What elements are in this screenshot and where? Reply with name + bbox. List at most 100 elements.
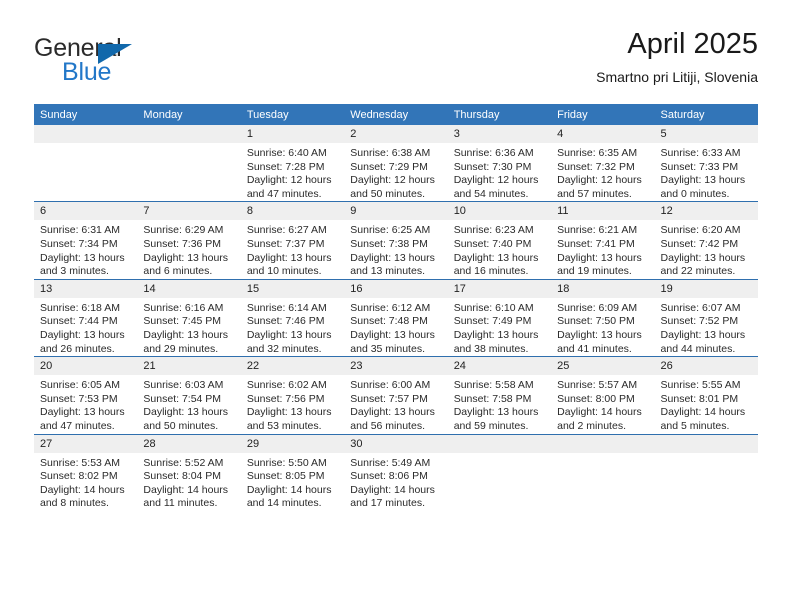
calendar-day-cell[interactable]: 3 Sunrise: 6:36 AM Sunset: 7:30 PM Daylight… bbox=[447, 125, 552, 202]
calendar-week-row: 1 Sunrise: 6:40 AM Sunset: 7:28 PM Daylight… bbox=[34, 125, 758, 202]
calendar-day-cell[interactable]: 4 Sunrise: 6:35 AM Sunset: 7:32 PM Daylight… bbox=[551, 125, 655, 202]
day-details: Sunrise: 6:40 AM Sunset: 7:28 PM Daylight:… bbox=[241, 143, 344, 201]
day-number bbox=[137, 125, 241, 143]
day-details: Sunrise: 6:16 AM Sunset: 7:45 PM Daylight:… bbox=[137, 298, 240, 356]
calendar-day-cell[interactable]: 17 Sunrise: 6:10 AM Sunset: 7:49 PM Dayligh… bbox=[447, 278, 552, 357]
calendar-day-cell[interactable]: 24 Sunrise: 5:58 AM Sunset: 7:58 PM Dayligh… bbox=[447, 356, 552, 434]
daylight-text-line1: Daylight: 13 hours bbox=[246, 328, 332, 341]
daylight-text-line2: and 14 minutes. bbox=[246, 497, 322, 510]
calendar-day-cell[interactable]: 15 Sunrise: 6:14 AM Sunset: 7:46 PM Dayligh… bbox=[240, 278, 345, 357]
sunset-text: Sunset: 7:45 PM bbox=[143, 315, 222, 328]
daylight-text-line2: and 3 minutes. bbox=[40, 265, 109, 278]
general-blue-logo[interactable]: General Blue bbox=[34, 34, 234, 90]
calendar-day-cell[interactable]: 13 Sunrise: 6:18 AM Sunset: 7:44 PM Dayligh… bbox=[34, 278, 138, 357]
calendar-day-cell[interactable]: 8 Sunrise: 6:27 AM Sunset: 7:37 PM Daylight… bbox=[240, 201, 345, 280]
day-number: 18 bbox=[551, 279, 655, 298]
sunset-text: Sunset: 7:41 PM bbox=[557, 237, 635, 250]
daylight-text-line2: and 47 minutes. bbox=[40, 419, 115, 432]
day-number: 20 bbox=[34, 357, 138, 376]
daylight-text-line1: Daylight: 13 hours bbox=[143, 406, 229, 419]
calendar-day-cell[interactable]: 30 Sunrise: 5:49 AM Sunset: 8:06 PM Dayligh… bbox=[344, 433, 448, 511]
sunset-text: Sunset: 8:05 PM bbox=[246, 470, 325, 483]
calendar-day-cell[interactable]: 22 Sunrise: 6:02 AM Sunset: 7:56 PM Dayligh… bbox=[240, 356, 345, 434]
sunset-text: Sunset: 7:53 PM bbox=[40, 392, 118, 405]
daylight-text-line2: and 50 minutes. bbox=[143, 419, 219, 432]
calendar-day-cell[interactable]: 23 Sunrise: 6:00 AM Sunset: 7:57 PM Dayligh… bbox=[344, 356, 448, 434]
daylight-text-line2: and 29 minutes. bbox=[143, 342, 219, 355]
daylight-text-line2: and 13 minutes. bbox=[350, 265, 425, 278]
daylight-text-line1: Daylight: 13 hours bbox=[453, 251, 539, 264]
weekday-header-friday: Friday bbox=[551, 104, 655, 125]
calendar-day-cell[interactable]: 16 Sunrise: 6:12 AM Sunset: 7:48 PM Dayligh… bbox=[344, 278, 448, 357]
daylight-text-line1: Daylight: 13 hours bbox=[557, 251, 642, 264]
daylight-text-line1: Daylight: 12 hours bbox=[350, 174, 435, 187]
daylight-text-line1: Daylight: 14 hours bbox=[350, 483, 435, 496]
day-details: Sunrise: 6:07 AM Sunset: 7:52 PM Daylight:… bbox=[655, 298, 758, 356]
day-number bbox=[654, 434, 758, 453]
daylight-text-line1: Daylight: 13 hours bbox=[40, 251, 125, 264]
daylight-text-line1: Daylight: 14 hours bbox=[40, 483, 125, 496]
daylight-text-line2: and 8 minutes. bbox=[40, 497, 109, 510]
calendar-day-cell[interactable]: 5 Sunrise: 6:33 AM Sunset: 7:33 PM Daylight… bbox=[654, 125, 758, 202]
daylight-text-line1: Daylight: 13 hours bbox=[246, 251, 332, 264]
calendar-day-cell[interactable]: 1 Sunrise: 6:40 AM Sunset: 7:28 PM Daylight… bbox=[240, 125, 345, 202]
calendar-day-cell[interactable]: 28 Sunrise: 5:52 AM Sunset: 8:04 PM Dayligh… bbox=[137, 433, 241, 511]
sunrise-text: Sunrise: 6:23 AM bbox=[453, 224, 534, 237]
calendar-day-cell[interactable]: 27 Sunrise: 5:53 AM Sunset: 8:02 PM Dayligh… bbox=[34, 433, 138, 511]
day-number bbox=[447, 434, 552, 453]
daylight-text-line2: and 5 minutes. bbox=[660, 419, 730, 432]
day-number: 26 bbox=[654, 357, 758, 376]
daylight-text-line2: and 54 minutes. bbox=[453, 187, 529, 200]
calendar-day-cell[interactable]: 19 Sunrise: 6:07 AM Sunset: 7:52 PM Dayligh… bbox=[654, 278, 758, 357]
sunset-text: Sunset: 8:00 PM bbox=[557, 392, 635, 405]
day-details: Sunrise: 6:14 AM Sunset: 7:46 PM Daylight:… bbox=[241, 298, 344, 356]
sunset-text: Sunset: 7:34 PM bbox=[40, 237, 118, 250]
calendar-day-cell[interactable]: 12 Sunrise: 6:20 AM Sunset: 7:42 PM Dayligh… bbox=[654, 201, 758, 280]
sunrise-text: Sunrise: 6:31 AM bbox=[40, 224, 120, 237]
calendar-day-cell[interactable]: 18 Sunrise: 6:09 AM Sunset: 7:50 PM Dayligh… bbox=[551, 278, 655, 357]
sunset-text: Sunset: 7:54 PM bbox=[143, 392, 222, 405]
calendar-day-cell[interactable]: 25 Sunrise: 5:57 AM Sunset: 8:00 PM Dayligh… bbox=[551, 356, 655, 434]
calendar-day-cell[interactable]: 26 Sunrise: 5:55 AM Sunset: 8:01 PM Dayligh… bbox=[654, 356, 758, 434]
sunset-text: Sunset: 8:01 PM bbox=[660, 392, 739, 405]
calendar-day-cell-empty bbox=[137, 125, 241, 202]
day-number: 2 bbox=[344, 125, 448, 143]
day-number: 25 bbox=[551, 357, 655, 376]
calendar-day-cell[interactable]: 10 Sunrise: 6:23 AM Sunset: 7:40 PM Dayligh… bbox=[447, 201, 552, 280]
sunset-text: Sunset: 7:37 PM bbox=[246, 237, 325, 250]
day-details: Sunrise: 6:09 AM Sunset: 7:50 PM Daylight:… bbox=[551, 298, 654, 356]
calendar-day-cell[interactable]: 7 Sunrise: 6:29 AM Sunset: 7:36 PM Daylight… bbox=[137, 201, 241, 280]
daylight-text-line1: Daylight: 12 hours bbox=[246, 174, 332, 187]
sunrise-text: Sunrise: 6:12 AM bbox=[350, 301, 431, 314]
sunrise-text: Sunrise: 6:40 AM bbox=[246, 147, 327, 159]
sunset-text: Sunset: 7:52 PM bbox=[660, 315, 739, 328]
page-title: April 2025 bbox=[627, 28, 758, 60]
calendar-day-cell[interactable]: 21 Sunrise: 6:03 AM Sunset: 7:54 PM Dayligh… bbox=[137, 356, 241, 434]
day-number bbox=[551, 434, 655, 453]
calendar-day-cell[interactable]: 6 Sunrise: 6:31 AM Sunset: 7:34 PM Daylight… bbox=[34, 201, 138, 280]
calendar-day-cell[interactable]: 14 Sunrise: 6:16 AM Sunset: 7:45 PM Dayligh… bbox=[137, 278, 241, 357]
calendar-day-cell[interactable]: 2 Sunrise: 6:38 AM Sunset: 7:29 PM Daylight… bbox=[344, 125, 448, 202]
calendar-day-cell[interactable]: 29 Sunrise: 5:50 AM Sunset: 8:05 PM Dayligh… bbox=[240, 433, 345, 511]
day-number: 17 bbox=[447, 279, 552, 298]
sunrise-text: Sunrise: 6:00 AM bbox=[350, 379, 431, 392]
day-details: Sunrise: 6:02 AM Sunset: 7:56 PM Daylight:… bbox=[241, 375, 344, 433]
calendar-page: General Blue April 2025 Smartno pri Liti… bbox=[0, 0, 792, 612]
daylight-text-line2: and 16 minutes. bbox=[453, 265, 529, 278]
calendar-day-cell[interactable]: 9 Sunrise: 6:25 AM Sunset: 7:38 PM Daylight… bbox=[344, 201, 448, 280]
sunrise-text: Sunrise: 6:36 AM bbox=[453, 147, 534, 159]
sunset-text: Sunset: 7:42 PM bbox=[660, 237, 739, 250]
sunrise-text: Sunrise: 6:38 AM bbox=[350, 147, 431, 159]
calendar-day-cell[interactable]: 11 Sunrise: 6:21 AM Sunset: 7:41 PM Dayligh… bbox=[551, 201, 655, 280]
day-number: 3 bbox=[447, 125, 552, 143]
sunrise-text: Sunrise: 5:57 AM bbox=[557, 379, 638, 392]
day-details: Sunrise: 6:18 AM Sunset: 7:44 PM Daylight:… bbox=[34, 298, 137, 356]
daylight-text-line1: Daylight: 13 hours bbox=[660, 251, 746, 264]
weekday-header-saturday: Saturday bbox=[654, 104, 758, 125]
sunset-text: Sunset: 7:44 PM bbox=[40, 315, 118, 328]
calendar-day-cell[interactable]: 20 Sunrise: 6:05 AM Sunset: 7:53 PM Dayligh… bbox=[34, 356, 138, 434]
day-details: Sunrise: 5:58 AM Sunset: 7:58 PM Daylight:… bbox=[448, 375, 551, 433]
sunrise-text: Sunrise: 6:02 AM bbox=[246, 379, 327, 392]
day-number: 27 bbox=[34, 434, 138, 453]
weekday-header-sunday: Sunday bbox=[34, 104, 138, 125]
